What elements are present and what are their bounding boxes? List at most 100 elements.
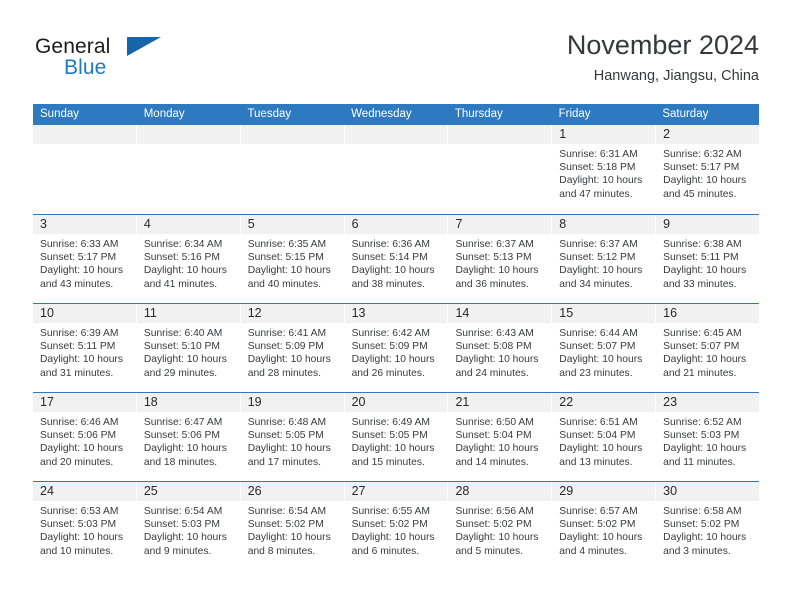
page-subtitle: Hanwang, Jiangsu, China	[593, 68, 759, 84]
day-detail-line: Sunrise: 6:39 AM	[40, 328, 119, 339]
day-detail-line: and 40 minutes.	[247, 278, 321, 290]
day-cell[interactable]: 24 Sunrise: 6:53 AM Sunset: 5:03 PM Dayligh…	[33, 482, 136, 570]
day-detail-line: Sunrise: 6:40 AM	[143, 328, 223, 339]
day-cell[interactable]: 11 Sunrise: 6:40 AM Sunset: 5:10 PM Dayligh…	[136, 304, 240, 392]
day-detail-line: Daylight: 10 hours	[559, 175, 643, 187]
day-detail-line: Sunset: 5:08 PM	[455, 341, 532, 353]
day-detail-line: Daylight: 10 hours	[455, 532, 539, 544]
day-detail-line: and 41 minutes.	[143, 278, 218, 290]
day-detail-line: Sunrise: 6:41 AM	[247, 328, 327, 339]
day-detail-line: Daylight: 10 hours	[455, 443, 539, 455]
day-number	[344, 125, 448, 144]
day-cell[interactable]: 29 Sunrise: 6:57 AM Sunset: 5:02 PM Dayligh…	[552, 482, 656, 570]
day-cell[interactable]: 9 Sunrise: 6:38 AM Sunset: 5:11 PM Daylight…	[656, 215, 760, 303]
general-blue-logo[interactable]: General Blue	[33, 36, 233, 96]
day-detail-line: and 47 minutes.	[559, 188, 633, 200]
day-detail-line: and 11 minutes.	[663, 456, 736, 468]
day-cell[interactable]: 25 Sunrise: 6:54 AM Sunset: 5:03 PM Dayligh…	[136, 482, 240, 570]
day-details	[137, 144, 240, 148]
day-cell[interactable]: 30 Sunrise: 6:58 AM Sunset: 5:02 PM Dayligh…	[656, 482, 760, 570]
day-detail-line: Sunrise: 6:54 AM	[247, 506, 327, 517]
day-cell[interactable]: 2 Sunrise: 6:32 AM Sunset: 5:17 PM Daylight…	[656, 125, 760, 214]
day-cell[interactable]: 6 Sunrise: 6:36 AM Sunset: 5:14 PM Daylight…	[344, 215, 448, 303]
day-detail-line: Daylight: 10 hours	[40, 443, 123, 455]
day-detail-line: Daylight: 10 hours	[351, 443, 435, 455]
day-cell[interactable]: 10 Sunrise: 6:39 AM Sunset: 5:11 PM Dayligh…	[33, 304, 136, 392]
day-cell[interactable]: 8 Sunrise: 6:37 AM Sunset: 5:12 PM Daylight…	[552, 215, 656, 303]
day-details: Sunrise: 6:54 AM Sunset: 5:02 PM Daylight:…	[241, 501, 344, 558]
day-cell[interactable]: 4 Sunrise: 6:34 AM Sunset: 5:16 PM Daylight…	[136, 215, 240, 303]
day-number: 22	[552, 393, 656, 412]
day-cell[interactable]: 20 Sunrise: 6:49 AM Sunset: 5:05 PM Dayligh…	[344, 393, 448, 481]
day-cell[interactable]: 17 Sunrise: 6:46 AM Sunset: 5:06 PM Dayligh…	[33, 393, 136, 481]
day-detail-line: and 13 minutes.	[559, 456, 633, 468]
day-detail-line: Daylight: 10 hours	[40, 265, 123, 277]
day-cell[interactable]: 23 Sunrise: 6:52 AM Sunset: 5:03 PM Dayligh…	[656, 393, 760, 481]
title-block: November 2024 Hanwang, Jiangsu, China	[567, 28, 759, 87]
weekday-header-row: Sunday Monday Tuesday Wednesday Thursday Frid…	[33, 104, 759, 125]
day-detail-line: Daylight: 10 hours	[663, 443, 747, 455]
day-details: Sunrise: 6:41 AM Sunset: 5:09 PM Daylight:…	[241, 323, 344, 380]
day-detail-line: Sunset: 5:03 PM	[663, 430, 740, 442]
day-detail-line: Sunrise: 6:45 AM	[663, 328, 742, 339]
day-detail-line: Sunrise: 6:53 AM	[40, 506, 119, 517]
weekday-header-sunday: Sunday	[40, 108, 80, 120]
day-cell[interactable]: 14 Sunrise: 6:43 AM Sunset: 5:08 PM Dayligh…	[448, 304, 552, 392]
day-cell[interactable]: 21 Sunrise: 6:50 AM Sunset: 5:04 PM Dayligh…	[448, 393, 552, 481]
day-detail-line: and 15 minutes.	[351, 456, 425, 468]
day-detail-line: Daylight: 10 hours	[351, 532, 435, 544]
day-detail-line: Sunset: 5:16 PM	[143, 252, 220, 264]
day-detail-line: and 6 minutes.	[351, 545, 420, 557]
day-details: Sunrise: 6:52 AM Sunset: 5:03 PM Daylight:…	[656, 412, 759, 469]
day-details: Sunrise: 6:38 AM Sunset: 5:11 PM Daylight:…	[656, 234, 759, 291]
day-cell[interactable]: 5 Sunrise: 6:35 AM Sunset: 5:15 PM Daylight…	[240, 215, 344, 303]
day-number: 11	[136, 304, 240, 323]
day-detail-line: Daylight: 10 hours	[143, 532, 227, 544]
day-number: 5	[240, 215, 344, 234]
day-cell[interactable]: 15 Sunrise: 6:44 AM Sunset: 5:07 PM Dayligh…	[552, 304, 656, 392]
day-number: 13	[344, 304, 448, 323]
week-row: 10 Sunrise: 6:39 AM Sunset: 5:11 PM Dayligh…	[33, 303, 760, 392]
day-detail-line: Daylight: 10 hours	[143, 443, 227, 455]
day-number: 27	[344, 482, 448, 501]
day-cell[interactable]: 26 Sunrise: 6:54 AM Sunset: 5:02 PM Dayligh…	[240, 482, 344, 570]
day-cell[interactable]: 7 Sunrise: 6:37 AM Sunset: 5:13 PM Daylight…	[448, 215, 552, 303]
day-cell[interactable]: 18 Sunrise: 6:47 AM Sunset: 5:06 PM Dayligh…	[136, 393, 240, 481]
day-detail-line: Sunrise: 6:48 AM	[247, 417, 327, 428]
day-detail-line: Sunrise: 6:51 AM	[559, 417, 638, 428]
day-cell[interactable]: 13 Sunrise: 6:42 AM Sunset: 5:09 PM Dayligh…	[344, 304, 448, 392]
day-detail-line: and 3 minutes.	[663, 545, 731, 557]
day-detail-line: Sunrise: 6:37 AM	[559, 239, 638, 250]
day-cell[interactable]: 16 Sunrise: 6:45 AM Sunset: 5:07 PM Dayligh…	[656, 304, 760, 392]
day-cell[interactable]: 3 Sunrise: 6:33 AM Sunset: 5:17 PM Daylight…	[33, 215, 136, 303]
day-detail-line: Sunset: 5:06 PM	[143, 430, 220, 442]
day-cell[interactable]: 27 Sunrise: 6:55 AM Sunset: 5:02 PM Dayligh…	[344, 482, 448, 570]
day-detail-line: Sunset: 5:18 PM	[559, 162, 636, 174]
day-detail-line: Daylight: 10 hours	[455, 265, 539, 277]
day-detail-line: Daylight: 10 hours	[351, 354, 435, 366]
day-cell[interactable]: 22 Sunrise: 6:51 AM Sunset: 5:04 PM Dayligh…	[552, 393, 656, 481]
day-detail-line: Daylight: 10 hours	[143, 265, 227, 277]
day-cell[interactable]: 12 Sunrise: 6:41 AM Sunset: 5:09 PM Dayligh…	[240, 304, 344, 392]
day-detail-line: and 23 minutes.	[559, 367, 633, 379]
day-detail-line: and 17 minutes.	[247, 456, 321, 468]
day-number: 24	[33, 482, 136, 501]
day-detail-line: and 20 minutes.	[40, 456, 114, 468]
day-detail-line: and 31 minutes.	[40, 367, 114, 379]
day-detail-line: Daylight: 10 hours	[247, 265, 331, 277]
day-detail-line: Sunset: 5:06 PM	[40, 430, 117, 442]
day-detail-line: Sunrise: 6:36 AM	[351, 239, 430, 250]
day-details: Sunrise: 6:40 AM Sunset: 5:10 PM Daylight:…	[137, 323, 240, 380]
day-detail-line: Sunset: 5:04 PM	[559, 430, 636, 442]
day-cell-empty	[448, 125, 552, 214]
day-number	[448, 125, 552, 144]
day-detail-line: Sunset: 5:07 PM	[663, 341, 740, 353]
day-detail-line: Sunset: 5:15 PM	[247, 252, 324, 264]
day-cell[interactable]: 1 Sunrise: 6:31 AM Sunset: 5:18 PM Daylight…	[552, 125, 656, 214]
day-detail-line: Sunset: 5:07 PM	[559, 341, 636, 353]
day-detail-line: Sunrise: 6:35 AM	[247, 239, 327, 250]
day-cell[interactable]: 19 Sunrise: 6:48 AM Sunset: 5:05 PM Dayligh…	[240, 393, 344, 481]
day-detail-line: Sunrise: 6:44 AM	[559, 328, 638, 339]
day-cell[interactable]: 28 Sunrise: 6:56 AM Sunset: 5:02 PM Dayligh…	[448, 482, 552, 570]
day-detail-line: Sunset: 5:17 PM	[663, 162, 740, 174]
